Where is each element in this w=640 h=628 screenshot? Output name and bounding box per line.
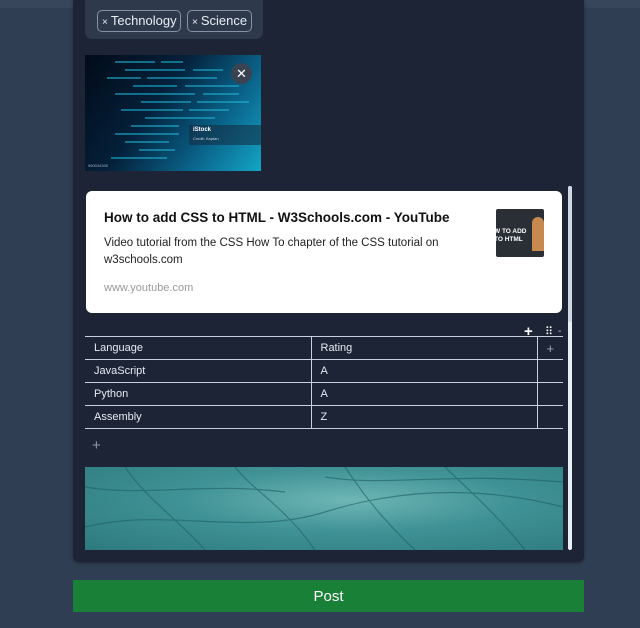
add-row-icon[interactable]: + xyxy=(92,437,101,454)
table-row: Python A xyxy=(85,382,563,406)
post-button[interactable]: Post xyxy=(73,580,584,612)
link-preview-url: www.youtube.com xyxy=(104,282,194,294)
table-header-cell[interactable]: Language xyxy=(85,336,312,360)
remove-image-button[interactable]: ✕ xyxy=(231,63,252,84)
table-cell[interactable]: Assembly xyxy=(85,405,312,429)
table-cell[interactable]: Z xyxy=(311,405,538,429)
table-header-cell[interactable]: Rating xyxy=(311,336,538,360)
table-row: JavaScript A xyxy=(85,359,563,383)
watermark-banner: iStock Credit: Kaptan xyxy=(189,125,261,145)
watermark-brand: iStock xyxy=(193,127,212,133)
image-credit: 960034300 xyxy=(88,163,109,168)
tag-technology[interactable]: × Technology xyxy=(97,10,181,32)
table-cell[interactable]: A xyxy=(311,382,538,406)
add-column-cell-icon[interactable]: + xyxy=(537,336,563,360)
leaf-vein-pattern xyxy=(85,467,563,550)
link-preview-description: Video tutorial from the CSS How To chapt… xyxy=(104,237,439,266)
table-row: Assembly Z xyxy=(85,405,563,429)
table-cell[interactable]: Python xyxy=(85,382,312,406)
thumbnail-caption: W TO ADD TO HTML xyxy=(496,228,527,243)
link-preview-thumbnail: W TO ADD TO HTML xyxy=(496,209,544,257)
table-cell-empty xyxy=(537,382,563,406)
scrollbar-thumb[interactable] xyxy=(568,186,572,322)
thumbnail-figure xyxy=(532,217,544,251)
link-preview-card[interactable]: How to add CSS to HTML - W3Schools.com -… xyxy=(86,191,562,313)
watermark-sub: Credit: Kaptan xyxy=(193,136,219,141)
table-cell[interactable]: JavaScript xyxy=(85,359,312,383)
data-table: Language Rating + JavaScript A Python A … xyxy=(85,336,563,429)
remove-tag-icon[interactable]: × xyxy=(102,17,108,28)
table-cell-empty xyxy=(537,405,563,429)
tag-label: Science xyxy=(200,13,248,28)
link-preview-title: How to add CSS to HTML - W3Schools.com -… xyxy=(104,210,450,225)
remove-tag-icon[interactable]: × xyxy=(192,17,198,28)
table-header-row: Language Rating + xyxy=(85,336,563,360)
table-cell-empty xyxy=(537,359,563,383)
tag-science[interactable]: × Science xyxy=(187,10,252,32)
leaf-image-attachment xyxy=(85,467,563,550)
tag-label: Technology xyxy=(110,13,177,28)
table-cell[interactable]: A xyxy=(311,359,538,383)
